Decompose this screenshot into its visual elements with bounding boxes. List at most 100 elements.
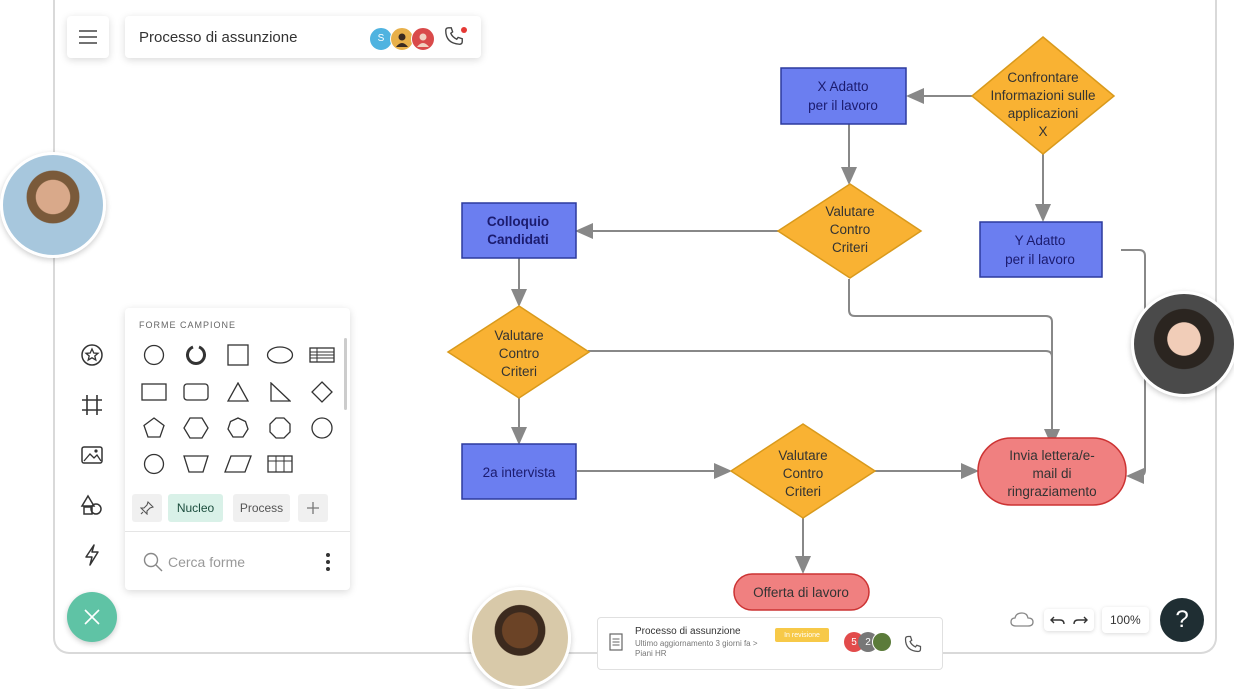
call-button[interactable] [443,25,467,52]
decagon-shape-icon [311,417,333,439]
more-options-icon[interactable] [325,553,331,571]
close-panel-button[interactable] [67,592,117,642]
shape-trapezoid[interactable] [181,451,211,477]
shape-triangle[interactable] [223,379,253,405]
undo-icon[interactable] [1050,613,1066,627]
avatar [872,632,892,652]
right-triangle-shape-icon [270,382,291,402]
shape-parallelogram[interactable] [223,451,253,477]
menu-button[interactable] [67,16,109,58]
frame-icon [82,395,102,415]
quick-action-tool[interactable] [70,530,114,580]
connector-evaluate-to-thankyou [848,279,1060,447]
circle-shape-icon [143,453,165,475]
tab-label: Nucleo [176,501,215,515]
document-card-collaborators: 5 2 [844,632,892,652]
node-second-interview[interactable]: 2a intervista [461,443,577,500]
triangle-shape-icon [227,382,249,402]
tab-process[interactable]: Process [233,494,290,522]
search-icon [143,552,163,572]
call-indicator [461,27,467,33]
avatar-initial: S [377,33,385,44]
zoom-controls: 100% [1010,606,1149,634]
document-card-subtitle: Ultimo aggiornamento 3 giorni fa > Piani… [635,639,758,658]
shape-decagon[interactable] [307,415,337,441]
connector-evaluate-mid-to-thankyou [588,350,1053,445]
phone-icon[interactable] [903,634,923,654]
undo-redo-group [1044,609,1094,631]
redo-icon[interactable] [1072,613,1088,627]
pentagon-shape-icon [143,417,165,438]
shape-square[interactable] [223,342,253,368]
trapezoid-shape-icon [183,455,209,473]
collaborator-photo-right [1131,291,1234,397]
shape-heptagon[interactable] [223,415,253,441]
node-compare-information[interactable]: Confrontare Informazioni sulle applicazion… [970,36,1116,155]
shapes-panel: FORME CAMPIONE Nucleo Process Cerca form… [125,308,350,590]
pin-icon [140,501,154,515]
shape-diamond[interactable] [307,379,337,405]
tab-label: Process [239,501,284,515]
document-card[interactable]: Processo di assunzione Ultimo aggiorname… [597,617,943,670]
shape-table[interactable] [307,342,337,368]
diamond-shape-icon [311,381,333,403]
rounded-rectangle-shape-icon [183,383,209,401]
shape-pentagon[interactable] [139,415,169,441]
hexagon-shape-icon [183,417,209,439]
shape-ellipse[interactable] [265,342,295,368]
node-x-fit[interactable]: X Adatto per il lavoro [780,67,907,125]
shape-octagon[interactable] [265,415,295,441]
table-shape-icon [309,347,335,363]
node-y-fit[interactable]: Y Adatto per il lavoro [979,221,1103,278]
help-button[interactable]: ? [1160,598,1204,642]
frame-tool[interactable] [70,380,114,430]
circle-shape-icon [143,344,165,366]
hamburger-icon [79,30,97,44]
square-shape-icon [227,344,249,366]
person-icon [396,33,408,47]
node-evaluate-bottom[interactable]: Valutare Contro Criteri [729,423,877,519]
document-card-title: Processo di assunzione [635,626,741,637]
person-icon [417,33,429,47]
shape-search[interactable]: Cerca forme [125,531,350,590]
zoom-level[interactable]: 100% [1102,607,1149,633]
help-icon: ? [1175,606,1189,633]
collaborator-avatar[interactable] [411,26,435,51]
pin-tab[interactable] [132,494,162,522]
collaborator-photo-left [0,152,106,258]
svg-text:ValutareControCriteri: Valutare Contro Criteri [778,448,827,499]
rectangle-shape-icon [141,383,167,401]
node-interview-candidates[interactable]: Colloquio Candidati [461,202,577,259]
document-icon [609,633,623,651]
shape-right-triangle[interactable] [265,379,295,405]
svg-text:ValutareControCriteri: Valutare Contro Criteri [825,204,874,255]
svg-text:ValutareControCriteri: Valutare Contro Criteri [494,328,543,379]
document-title[interactable]: Processo di assunzione [139,29,297,46]
search-placeholder: Cerca forme [168,554,246,570]
lightning-icon [85,544,99,566]
shape-library-tool[interactable] [70,480,114,530]
node-evaluate-top[interactable]: Valutare Contro Criteri [776,183,923,279]
status-badge: In revisione [775,628,829,642]
add-library-button[interactable] [298,494,328,522]
node-evaluate-mid[interactable]: Valutare Contro Criteri [446,305,591,399]
grid-table-shape-icon [267,455,293,473]
cloud-icon [1010,612,1034,627]
shape-grid-table[interactable] [265,451,295,477]
svg-text:Offerta di lavoro: Offerta di lavoro [753,585,849,600]
shape-rounded-rectangle[interactable] [181,379,211,405]
image-tool[interactable] [70,430,114,480]
shapes-panel-header: FORME CAMPIONE [139,320,237,330]
node-job-offer[interactable]: Offerta di lavoro [733,573,870,611]
tab-nucleo[interactable]: Nucleo [168,494,223,522]
octagon-shape-icon [269,417,291,439]
shape-circle-small[interactable] [139,451,169,477]
shapes-tool[interactable] [70,330,114,380]
shape-arc[interactable] [181,342,211,368]
arc-shape-icon [186,345,206,365]
shape-circle[interactable] [139,342,169,368]
shapes-scrollbar[interactable] [344,338,347,410]
shape-rectangle[interactable] [139,379,169,405]
shape-hexagon[interactable] [181,415,211,441]
node-thank-you-letter[interactable]: Invia lettera/e-mail di ringraziamento [977,437,1127,506]
